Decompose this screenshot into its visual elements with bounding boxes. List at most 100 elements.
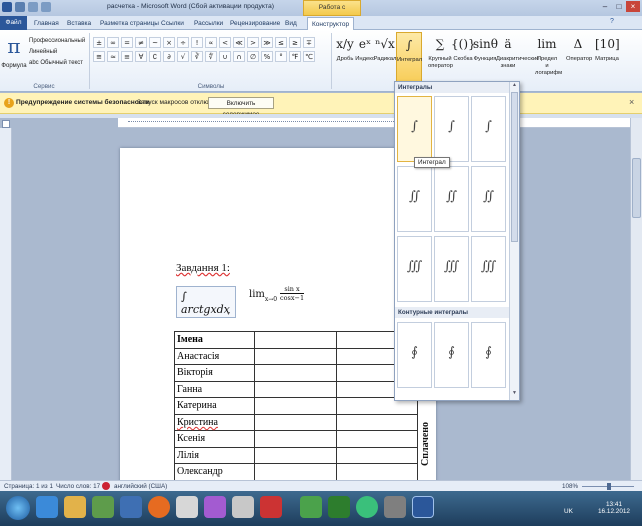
media-icon[interactable] — [92, 496, 114, 518]
symbol-button[interactable]: ∛ — [191, 51, 203, 62]
scroll-up-icon[interactable]: ▲ — [510, 82, 519, 88]
symbol-button[interactable]: ∜ — [205, 51, 217, 62]
symbol-button[interactable]: ≥ — [289, 37, 301, 48]
formula-button-label[interactable]: Формула — [0, 63, 28, 70]
proofing-icon[interactable] — [102, 482, 110, 490]
close-security-bar-icon[interactable]: × — [629, 97, 634, 107]
symbol-button[interactable]: ! — [191, 37, 203, 48]
radical-button[interactable]: ⁿ√x Радикал — [373, 32, 397, 80]
network-icon[interactable] — [120, 496, 142, 518]
word-taskbar-icon[interactable] — [412, 496, 434, 518]
word-count[interactable]: Число слов: 17 — [56, 483, 100, 490]
app-icon[interactable] — [232, 496, 254, 518]
tab-design[interactable]: Конструктор — [307, 17, 355, 30]
symbol-button[interactable]: ≈ — [107, 51, 119, 62]
symbol-button[interactable]: ∞ — [107, 37, 119, 48]
maximize-icon[interactable]: □ — [612, 1, 626, 12]
integral-template[interactable]: ∮ — [471, 322, 506, 388]
symbol-button[interactable]: ∂ — [163, 51, 175, 62]
symbol-button[interactable]: > — [247, 37, 259, 48]
large-operator-button[interactable]: ∑ Крупный оператор — [428, 32, 453, 80]
table-cell[interactable] — [335, 463, 418, 481]
symbol-button[interactable]: × — [163, 37, 175, 48]
gallery-scrollbar[interactable]: ▲ ▼ — [509, 82, 519, 400]
integral-template[interactable]: ∮ — [434, 322, 469, 388]
ie-icon[interactable] — [36, 496, 58, 518]
close-icon[interactable]: × — [626, 1, 640, 12]
symbol-button[interactable]: ≪ — [233, 37, 245, 48]
symbol-button[interactable]: ℃ — [303, 51, 315, 62]
word-app-icon[interactable] — [2, 2, 12, 12]
table-cell[interactable] — [254, 347, 337, 365]
page-count[interactable]: Страница: 1 из 1 — [4, 483, 53, 490]
start-button[interactable] — [6, 496, 30, 520]
symbol-button[interactable]: < — [219, 37, 231, 48]
integral-template[interactable]: ∭ — [397, 236, 432, 302]
operator-button[interactable]: Δ Оператор — [566, 32, 592, 80]
app-icon[interactable] — [204, 496, 226, 518]
accent-button[interactable]: ä Диакритические знаки — [496, 32, 539, 80]
tab-page-layout[interactable]: Разметка страницы — [96, 17, 163, 30]
table-cell[interactable] — [254, 331, 337, 349]
language-indicator[interactable]: английский (США) — [114, 483, 167, 490]
function-button[interactable]: sinθ Функция — [473, 32, 498, 80]
enable-content-button[interactable]: Включить содержимое — [208, 97, 274, 118]
option-linear[interactable]: Линейный — [29, 47, 85, 58]
integral-template[interactable]: ∬ — [434, 166, 469, 232]
table-cell[interactable] — [335, 430, 418, 448]
integral-template[interactable]: ∭ — [471, 236, 506, 302]
integral-template[interactable]: ∬ — [397, 166, 432, 232]
table-row[interactable]: Лілія — [174, 446, 418, 464]
symbol-button[interactable]: ÷ — [177, 37, 189, 48]
table-row[interactable]: Вікторія — [174, 364, 418, 382]
tab-review[interactable]: Рецензирование — [226, 17, 284, 30]
symbol-button[interactable]: ∓ — [303, 37, 315, 48]
tab-references[interactable]: Ссылки — [157, 17, 188, 30]
help-icon[interactable]: ? — [610, 18, 622, 28]
integral-template[interactable]: ∭ — [434, 236, 469, 302]
explorer-icon[interactable] — [64, 496, 86, 518]
symbol-button[interactable]: ∩ — [233, 51, 245, 62]
vertical-scrollbar[interactable] — [630, 118, 642, 480]
tab-file[interactable]: Файл — [0, 16, 27, 30]
zoom-slider-thumb[interactable] — [607, 483, 611, 490]
integral-template[interactable]: ∫ — [471, 96, 506, 162]
table-row[interactable]: Катерина — [174, 397, 418, 415]
symbol-button[interactable]: ≡ — [121, 51, 133, 62]
minimize-icon[interactable]: – — [598, 1, 612, 12]
tab-home[interactable]: Главная — [30, 17, 63, 30]
tab-insert[interactable]: Вставка — [63, 17, 95, 30]
option-plain-text[interactable]: abc Обычный текст — [29, 58, 85, 69]
app-icon[interactable] — [176, 496, 198, 518]
name-cell[interactable]: Катерина — [174, 397, 255, 415]
vertical-ruler[interactable] — [0, 128, 12, 480]
integral-template[interactable]: ∫ — [397, 96, 432, 162]
table-row[interactable]: Ганна — [174, 380, 418, 398]
tab-mailings[interactable]: Рассылки — [190, 17, 227, 30]
undo-icon[interactable] — [28, 2, 38, 12]
symbol-button[interactable]: ~ — [149, 37, 161, 48]
symbol-button[interactable]: ≤ — [275, 37, 287, 48]
symbol-button[interactable]: ℉ — [289, 51, 301, 62]
zoom-level[interactable]: 108% — [562, 483, 578, 490]
integral-template[interactable]: ∮ — [397, 322, 432, 388]
table-header-cell[interactable]: Імена — [174, 331, 255, 349]
scroll-down-icon[interactable]: ▼ — [512, 390, 517, 396]
table-row[interactable]: Анастасія — [174, 347, 418, 365]
utorrent-icon[interactable] — [300, 496, 322, 518]
yandex-icon[interactable] — [260, 496, 282, 518]
table-cell[interactable] — [335, 413, 418, 431]
app-icon[interactable] — [384, 496, 406, 518]
symbol-button[interactable]: √ — [177, 51, 189, 62]
symbol-button[interactable]: ± — [93, 37, 105, 48]
names-table[interactable]: Імена Анастасія Вікторія Ганна Катерина Крист… — [174, 331, 418, 481]
equation-box[interactable]: ∫ arctgxdx ▾ — [176, 286, 236, 318]
save-icon[interactable] — [15, 2, 25, 12]
table-cell[interactable] — [254, 463, 337, 481]
table-row[interactable]: Імена — [174, 331, 418, 349]
name-cell[interactable]: Лілія — [174, 446, 255, 464]
document-page[interactable]: Завдання 1: ∫ arctgxdx ▾ limx→0 sin x co… — [120, 148, 436, 488]
integral-template[interactable]: ∬ — [471, 166, 506, 232]
tab-selector[interactable] — [2, 120, 10, 128]
symbol-button[interactable]: ∪ — [219, 51, 231, 62]
